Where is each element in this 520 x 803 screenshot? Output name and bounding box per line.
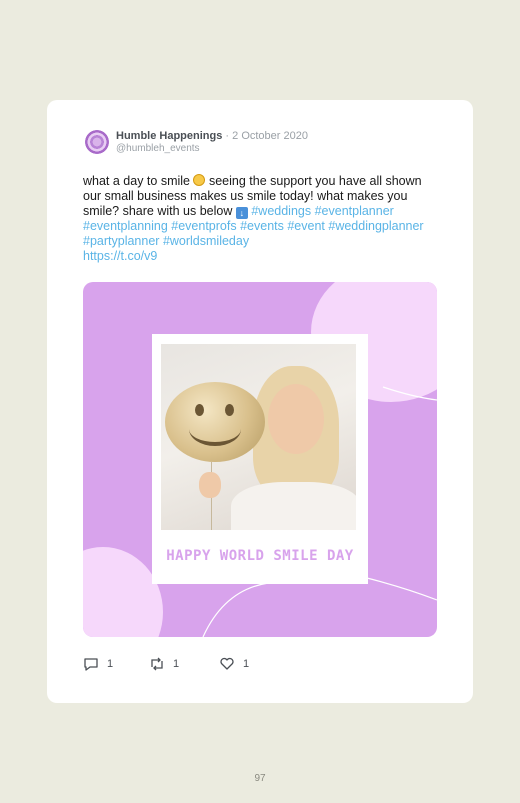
hashtag[interactable]: #partyplanner	[83, 234, 159, 248]
post-date[interactable]: 2 October 2020	[232, 130, 308, 142]
smiley-balloon	[165, 382, 265, 462]
like-icon	[219, 657, 235, 671]
hashtag[interactable]: #eventplanning	[83, 219, 168, 233]
balloon-mouth	[189, 412, 241, 446]
hashtag[interactable]: #eventprofs	[171, 219, 236, 233]
like-button[interactable]: 1	[219, 657, 249, 671]
body-shape	[231, 482, 356, 530]
image-caption: HAPPY WORLD SMILE DAY	[166, 548, 354, 564]
hashtag[interactable]: #events	[240, 219, 284, 233]
hashtag[interactable]: #weddingplanner	[328, 219, 423, 233]
author-handle[interactable]: @humbleh_events	[116, 142, 200, 156]
hashtag[interactable]: #eventplanner	[315, 204, 394, 218]
hashtag[interactable]: #weddings	[251, 204, 311, 218]
hand-shape	[199, 472, 221, 498]
smile-emoji	[193, 174, 206, 186]
tweet-card: Humble Happenings · 2 October 2020 @humb…	[47, 100, 473, 703]
reply-button[interactable]: 1	[83, 657, 113, 671]
tweet-text-part1: what a day to smile	[83, 174, 190, 188]
retweet-button[interactable]: 1	[149, 657, 179, 671]
tweet-image[interactable]: HAPPY WORLD SMILE DAY	[83, 282, 437, 637]
face-shape	[268, 384, 324, 454]
hashtag[interactable]: #worldsmileday	[163, 234, 249, 248]
reply-count: 1	[107, 658, 114, 670]
decorative-blob	[83, 547, 163, 637]
separator: ·	[225, 130, 230, 142]
retweet-count: 1	[173, 658, 180, 670]
author-name[interactable]: Humble Happenings	[116, 130, 222, 142]
avatar[interactable]	[85, 130, 109, 154]
tweet-link[interactable]: https://t.co/v9	[83, 249, 157, 263]
down-arrow-emoji: ↓	[235, 207, 248, 219]
retweet-icon	[149, 657, 165, 671]
polaroid-frame: HAPPY WORLD SMILE DAY	[152, 334, 368, 584]
tweet-text: what a day to smile seeing the support y…	[83, 174, 443, 264]
like-count: 1	[243, 658, 250, 670]
author-line: Humble Happenings · 2 October 2020	[116, 129, 308, 143]
photo-woman-with-smiley-balloon	[161, 344, 356, 530]
page-number: 97	[254, 773, 266, 784]
hashtag[interactable]: #event	[287, 219, 325, 233]
reply-icon	[83, 657, 99, 671]
